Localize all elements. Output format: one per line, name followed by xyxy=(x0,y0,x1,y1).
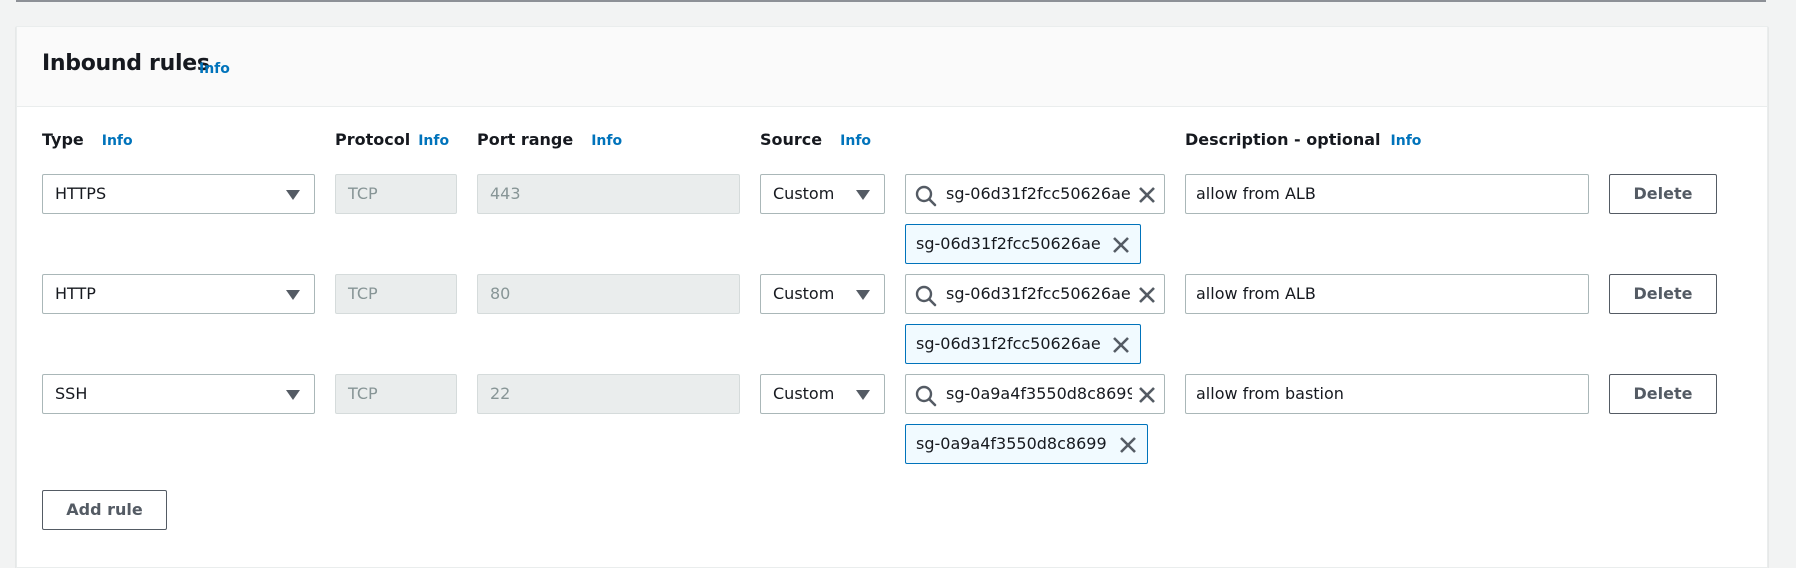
search-icon xyxy=(915,385,937,407)
column-header-protocol: Protocol Info xyxy=(335,130,449,149)
rule-source-value: Custom xyxy=(773,284,835,303)
add-rule-button[interactable]: Add rule xyxy=(42,490,167,530)
rule-type-value: HTTPS xyxy=(55,184,107,203)
close-icon[interactable] xyxy=(1136,384,1158,406)
delete-rule-button[interactable]: Delete xyxy=(1609,374,1717,414)
column-header-type-label: Type xyxy=(42,130,84,149)
close-icon[interactable] xyxy=(1117,434,1139,456)
search-icon xyxy=(915,285,937,307)
delete-rule-button[interactable]: Delete xyxy=(1609,274,1717,314)
close-icon[interactable] xyxy=(1136,284,1158,306)
close-icon[interactable] xyxy=(1110,234,1132,256)
source-search-value: sg-06d31f2fcc50626ae xyxy=(946,184,1131,203)
rule-protocol-field: TCP xyxy=(335,374,457,414)
source-token-label: sg-06d31f2fcc50626ae xyxy=(916,334,1101,353)
rule-type-select[interactable]: HTTPS xyxy=(42,174,315,214)
column-header-source: Source Info xyxy=(760,130,871,149)
caret-down-icon xyxy=(286,290,300,300)
rule-description-input[interactable]: allow from ALB xyxy=(1185,274,1589,314)
rule-description-input[interactable]: allow from ALB xyxy=(1185,174,1589,214)
column-header-port-range: Port range Info xyxy=(477,130,622,149)
section-info-link[interactable]: Info xyxy=(199,61,230,77)
column-header-description-label: Description - optional xyxy=(1185,130,1381,149)
caret-down-icon xyxy=(286,190,300,200)
column-header-port-range-label: Port range xyxy=(477,130,574,149)
source-token-label: sg-06d31f2fcc50626ae xyxy=(916,234,1101,253)
port-range-info-link[interactable]: Info xyxy=(591,133,622,149)
column-header-type: Type Info xyxy=(42,130,133,149)
caret-down-icon xyxy=(856,290,870,300)
rule-type-select[interactable]: SSH xyxy=(42,374,315,414)
search-icon xyxy=(915,185,937,207)
rule-protocol-field: TCP xyxy=(335,274,457,314)
rule-source-select[interactable]: Custom xyxy=(760,274,885,314)
source-token-label: sg-0a9a4f3550d8c8699 xyxy=(916,434,1107,453)
close-icon[interactable] xyxy=(1110,334,1132,356)
column-header-protocol-label: Protocol xyxy=(335,130,411,149)
type-info-link[interactable]: Info xyxy=(102,133,133,149)
panel-header: Inbound rules Info xyxy=(17,27,1767,107)
rule-type-select[interactable]: HTTP xyxy=(42,274,315,314)
rule-source-select[interactable]: Custom xyxy=(760,174,885,214)
source-token: sg-06d31f2fcc50626ae xyxy=(905,324,1141,364)
rule-protocol-field: TCP xyxy=(335,174,457,214)
column-header-description: Description - optional Info xyxy=(1185,130,1421,149)
source-info-link[interactable]: Info xyxy=(840,133,871,149)
source-search-value: sg-0a9a4f3550d8c8699 xyxy=(946,384,1132,403)
protocol-info-link[interactable]: Info xyxy=(418,133,449,149)
source-search-input[interactable]: sg-0a9a4f3550d8c8699 xyxy=(905,374,1165,414)
caret-down-icon xyxy=(856,390,870,400)
source-search-input[interactable]: sg-06d31f2fcc50626ae xyxy=(905,274,1165,314)
source-search-input[interactable]: sg-06d31f2fcc50626ae xyxy=(905,174,1165,214)
rule-type-value: SSH xyxy=(55,384,88,403)
rule-source-value: Custom xyxy=(773,184,835,203)
source-search-value: sg-06d31f2fcc50626ae xyxy=(946,284,1131,303)
section-title: Inbound rules xyxy=(42,51,210,76)
rule-port-range-field: 22 xyxy=(477,374,740,414)
source-token: sg-0a9a4f3550d8c8699 xyxy=(905,424,1148,464)
close-icon[interactable] xyxy=(1136,184,1158,206)
description-info-link[interactable]: Info xyxy=(1391,133,1422,149)
caret-down-icon xyxy=(286,390,300,400)
caret-down-icon xyxy=(856,190,870,200)
rule-source-select[interactable]: Custom xyxy=(760,374,885,414)
column-header-source-label: Source xyxy=(760,130,823,149)
rule-source-value: Custom xyxy=(773,384,835,403)
rule-type-value: HTTP xyxy=(55,284,96,303)
rule-description-input[interactable]: allow from bastion xyxy=(1185,374,1589,414)
top-divider xyxy=(16,0,1766,2)
rule-port-range-field: 443 xyxy=(477,174,740,214)
source-token: sg-06d31f2fcc50626ae xyxy=(905,224,1141,264)
rule-port-range-field: 80 xyxy=(477,274,740,314)
delete-rule-button[interactable]: Delete xyxy=(1609,174,1717,214)
